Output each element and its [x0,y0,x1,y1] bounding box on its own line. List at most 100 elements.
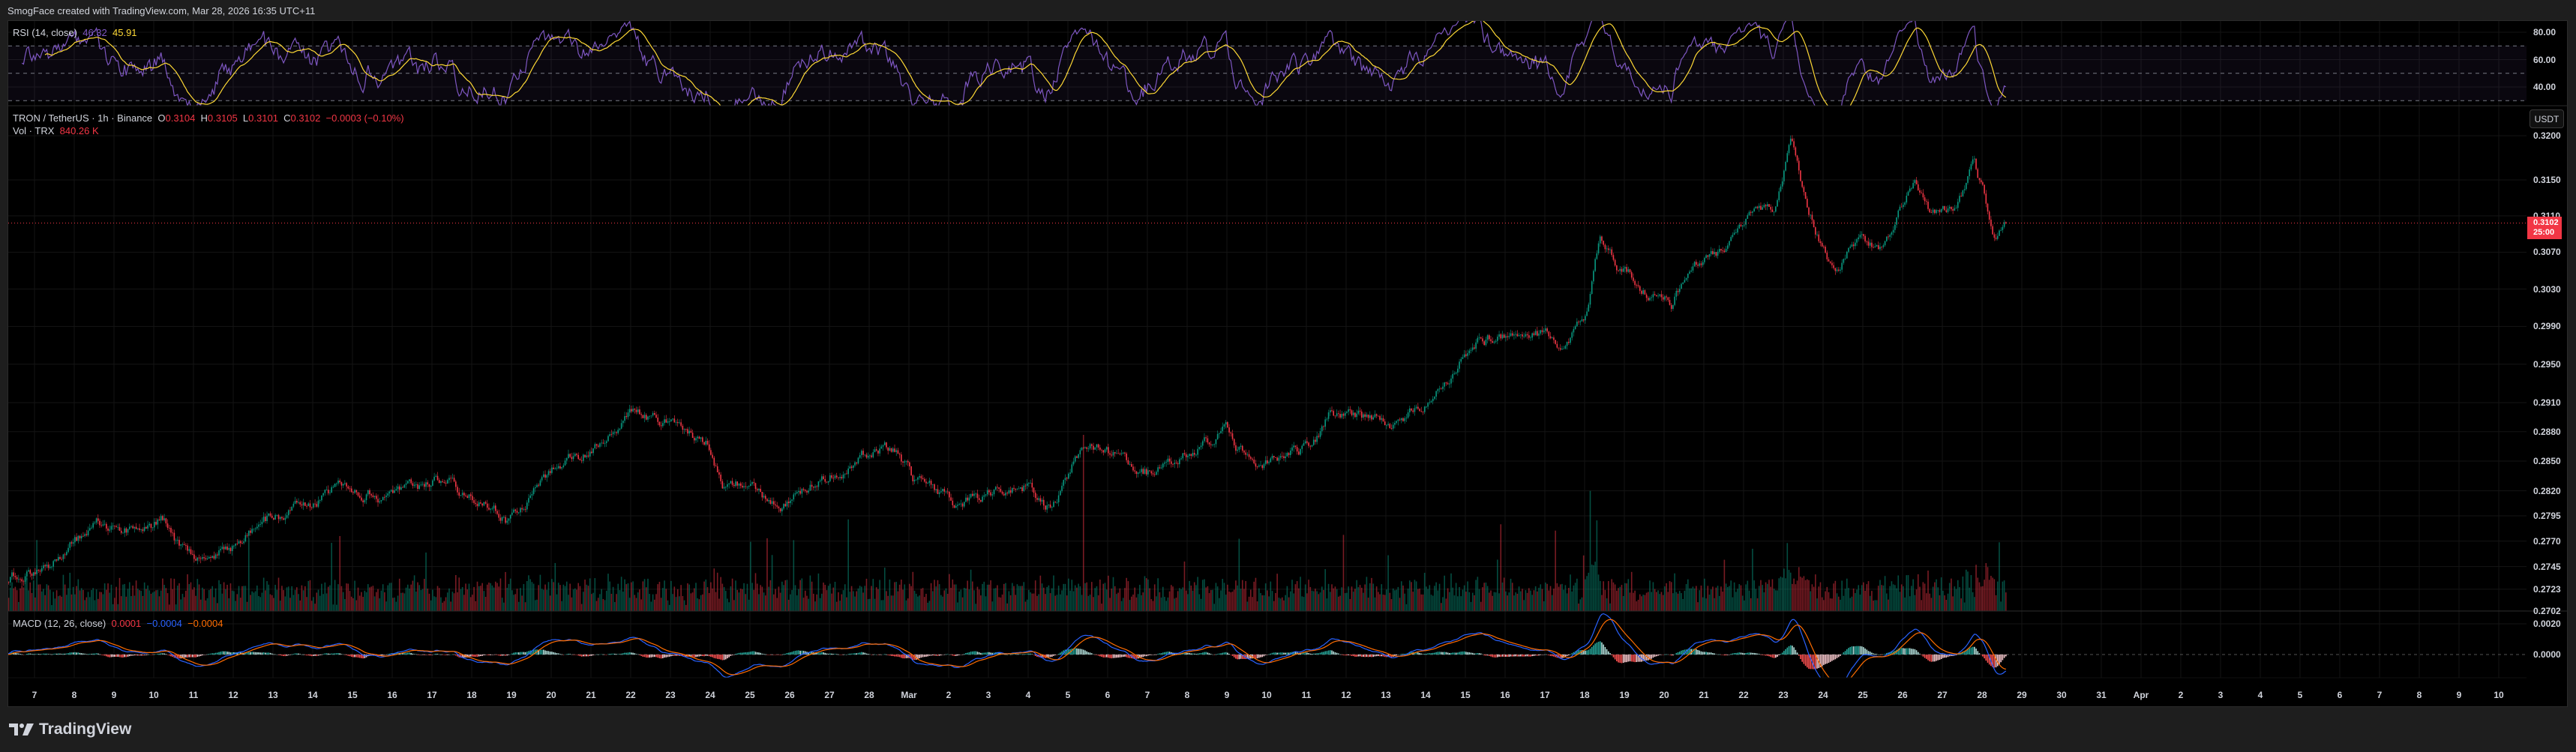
currency-button[interactable]: USDT [2530,109,2564,128]
candle-body [352,492,354,493]
candle-body [592,448,594,454]
volume-bar [539,574,541,611]
volume-bar [1500,524,1502,611]
volume-bar [1293,593,1295,611]
volume-bar [1682,598,1684,611]
candle-body [675,421,677,423]
volume-bar [1360,587,1363,611]
candle-body [424,484,425,487]
macd-histogram-bar [262,652,265,655]
candle-body [739,483,742,486]
volume-bar [718,598,720,611]
volume-bar [997,585,998,611]
macd-histogram-bar [228,652,230,655]
volume-bar [1609,603,1611,611]
candle-body [751,482,753,484]
macd-histogram-bar [831,653,832,655]
volume-bar [188,584,190,611]
candle-body [591,451,592,454]
candle-body [1028,483,1030,484]
candle-body [1432,398,1434,402]
volume-bar [1763,592,1765,611]
macd-histogram-bar [1654,655,1656,658]
volume-bar [1459,586,1460,611]
macd-histogram-bar [94,653,96,655]
candle-body [1330,410,1331,413]
volume-bar [1241,580,1243,611]
candle-body [1342,413,1345,416]
volume-bar [1440,603,1442,611]
volume-bar [927,602,928,611]
volume-bar [483,591,485,611]
macd-histogram-bar [986,652,988,655]
macd-legend[interactable]: MACD (12, 26, close) 0.0001 −0.0004 −0.0… [13,618,223,629]
candle-body [1608,248,1609,250]
candle-body [1924,197,1926,202]
symbol-title[interactable]: TRON / TetherUS · 1h · Binance [13,112,152,124]
candle-body [380,500,382,502]
volume-bar [289,598,291,611]
macd-histogram-bar [188,655,190,658]
symbol-legend[interactable]: TRON / TetherUS · 1h · Binance O0.3104 H… [13,112,404,124]
candle-body [1268,462,1270,463]
volume-bar [1411,582,1412,611]
macd-histogram-bar [920,655,922,658]
candle-body [241,543,243,544]
volume-bar [1591,565,1593,611]
macd-histogram-bar [1089,652,1091,655]
candle-body [319,500,321,502]
volume-bar [1078,583,1079,611]
volume-bar [892,595,894,611]
macd-histogram-bar [853,653,854,655]
volume-bar [708,592,710,611]
volume-bar [1988,580,1990,611]
candle-body [835,475,838,478]
candle-body [1321,426,1323,432]
macd-histogram-bar [1864,648,1866,655]
volume-bar [388,583,391,611]
candle-body [890,448,892,452]
volume-legend[interactable]: Vol · TRX 840.26 K [13,125,99,136]
macd-histogram-bar [980,652,982,655]
volume-bar [84,600,85,611]
candle-body [1164,462,1165,464]
candle-body [198,557,200,559]
candle-body [1124,452,1126,454]
volume-bar [91,590,92,611]
candle-body [791,499,793,501]
macd-histogram-bar [1939,655,1941,661]
volume-bar [1444,575,1445,611]
macd-histogram-bar [892,655,894,657]
volume-bar [973,590,975,611]
volume-bar [1987,567,1989,611]
volume-bar [727,598,728,611]
candle-body [1836,269,1838,271]
volume-bar [40,591,43,611]
candle-body [1371,415,1372,420]
volume-bar [51,605,52,611]
macd-histogram-bar [39,654,41,655]
volume-bar [106,589,107,611]
volume-bar [976,586,979,611]
macd-histogram-bar [1114,655,1116,658]
candle-body [143,527,145,532]
volume-bar [165,588,167,611]
price-tick-label: 0.3200 [2533,130,2561,141]
macd-histogram-bar [988,652,990,655]
candle-body [549,471,551,473]
macd-histogram-bar [160,653,162,655]
volume-bar [1975,565,1977,611]
volume-bar [1823,600,1825,611]
candle-body [1525,334,1527,337]
macd-histogram-bar [1656,655,1657,657]
candle-body [1896,217,1897,225]
volume-bar [1944,595,1945,611]
rsi-legend[interactable]: RSI (14, close) 46.32 45.91 [13,27,137,38]
volume-bar [1279,598,1282,611]
volume-bar [206,598,208,611]
volume-bar [1268,596,1270,611]
volume-bar [276,589,278,611]
candle-body [1729,241,1730,246]
macd-histogram-bar [520,652,521,655]
volume-bar [1082,435,1084,611]
